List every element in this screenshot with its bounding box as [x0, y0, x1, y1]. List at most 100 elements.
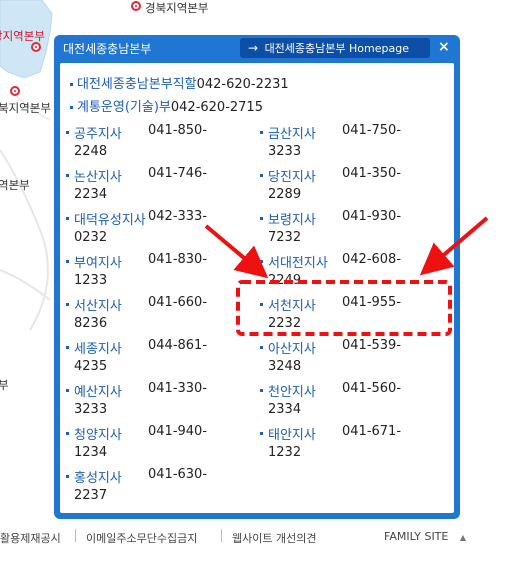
branch-phone-prefix: 041-750- [342, 123, 402, 138]
branch-phone-prefix: 041-850- [148, 123, 208, 138]
family-site-dropdown[interactable]: FAMILY SITE ▲ [384, 530, 466, 543]
office-phone: 042-620-2715 [170, 100, 263, 115]
branch-list-item[interactable]: 아산지사 041-539- 3248 [254, 338, 444, 378]
branch-phone-suffix: 1232 [268, 445, 302, 460]
branch-phone-prefix: 041-539- [342, 338, 402, 353]
bullet-icon [260, 389, 263, 392]
footer-link-disclosure[interactable]: 활용제재공시 [0, 530, 61, 546]
branch-phone-prefix: 042-333- [148, 209, 208, 224]
footer-divider [75, 529, 76, 542]
branch-list-item[interactable]: 청양지사 041-940- 1234 [60, 424, 250, 464]
map-label-region-3[interactable]: 역본부 [0, 177, 30, 193]
bullet-icon [260, 303, 263, 306]
branch-list-item[interactable]: 공주지사 041-850- 2248 [60, 123, 250, 163]
branch-list-item[interactable]: 당진지사 041-350- 2289 [254, 166, 444, 206]
branch-phone-suffix: 1233 [74, 273, 108, 288]
branch-phone-suffix: 2232 [268, 316, 302, 331]
office-phone: 042-620-2231 [196, 77, 289, 92]
bullet-icon [70, 83, 73, 86]
branch-list-item[interactable]: 서천지사 041-955- 2232 [254, 295, 444, 335]
branch-list-item[interactable]: 대덕유성지사 042-333- 0232 [60, 209, 250, 249]
branch-name: 천안지사 [268, 385, 316, 400]
office-name: 대전세종충남본부직할 [77, 77, 197, 92]
branch-name: 서대전지사 [268, 256, 328, 271]
branch-list-item[interactable]: 세종지사 044-861- 4235 [60, 338, 250, 378]
branch-name: 아산지사 [268, 342, 316, 357]
branch-name: 세종지사 [74, 342, 122, 357]
bullet-icon [66, 174, 69, 177]
branch-list-item[interactable]: 부여지사 041-830- 1233 [60, 252, 250, 292]
homepage-button-label: 대전세종충남본부 Homepage [264, 42, 409, 55]
branch-phone-suffix: 2234 [74, 187, 108, 202]
branch-phone-suffix: 2237 [74, 488, 108, 503]
close-icon[interactable]: × [438, 40, 450, 54]
branch-phone-suffix: 2289 [268, 187, 302, 202]
branch-list-item[interactable]: 서대전지사 042-608- 2249 [254, 252, 444, 292]
branch-list-item[interactable]: 서산지사 041-660- 8236 [60, 295, 250, 335]
branch-phone-suffix: 2334 [268, 402, 302, 417]
chevron-up-icon: ▲ [459, 533, 467, 542]
office-name: 계통운영(기술)부 [77, 100, 171, 115]
branch-phone-prefix: 041-940- [148, 424, 208, 439]
bullet-icon [66, 475, 69, 478]
branch-phone-prefix: 044-861- [148, 338, 208, 353]
gyeongbuk-marker-icon[interactable] [131, 1, 141, 11]
branch-phone-prefix: 041-955- [342, 295, 402, 310]
region-marker-icon[interactable] [10, 86, 20, 96]
branch-name: 금산지사 [268, 127, 316, 142]
branch-list-item[interactable]: 논산지사 041-746- 2234 [60, 166, 250, 206]
branch-list-item[interactable]: 태안지사 041-671- 1232 [254, 424, 444, 464]
branch-name: 태안지사 [268, 428, 316, 443]
popup-header: 대전세종충남본부 → 대전세종충남본부 Homepage × [54, 35, 460, 61]
branch-phone-prefix: 041-746- [148, 166, 208, 181]
branch-name: 서천지사 [268, 299, 316, 314]
list-item-ops[interactable]: 계통운영(기술)부042-620-2715 [70, 96, 263, 115]
branch-phone-suffix: 3233 [268, 144, 302, 159]
branch-phone-prefix: 041-660- [148, 295, 208, 310]
branch-phone-prefix: 041-560- [342, 381, 402, 396]
bullet-icon [260, 217, 263, 220]
footer-divider [221, 529, 222, 542]
branch-phone-suffix: 3233 [74, 402, 108, 417]
branch-list-item[interactable]: 보령지사 041-930- 7232 [254, 209, 444, 249]
branch-list-item[interactable]: 홍성지사 041-630- 2237 [60, 467, 250, 507]
map-label-gyeongbuk[interactable]: 경북지역본부 [145, 0, 208, 16]
branch-phone-suffix: 2249 [268, 273, 302, 288]
map-label-region-4[interactable]: 부 [0, 377, 9, 393]
branch-name: 서산지사 [74, 299, 122, 314]
branch-name: 홍성지사 [74, 471, 122, 486]
branch-phone-suffix: 1234 [74, 445, 108, 460]
bullet-icon [260, 346, 263, 349]
branch-phone-suffix: 0232 [74, 230, 108, 245]
footer-link-feedback[interactable]: 웹사이트 개선의견 [232, 530, 316, 546]
branch-phone-prefix: 041-330- [148, 381, 208, 396]
homepage-button[interactable]: → 대전세종충남본부 Homepage [240, 38, 430, 58]
bullet-icon [66, 432, 69, 435]
branch-phone-prefix: 041-630- [148, 467, 208, 482]
map-label-region-2[interactable]: 북지역본부 [0, 100, 51, 116]
bullet-icon [260, 131, 263, 134]
bullet-icon [66, 131, 69, 134]
branch-phone-prefix: 042-608- [342, 252, 402, 267]
selected-region-marker-icon[interactable] [31, 42, 41, 52]
branch-list-item[interactable]: 예산지사 041-330- 3233 [60, 381, 250, 421]
branch-info-popup: 대전세종충남본부 → 대전세종충남본부 Homepage × 대전세종충남본부직… [54, 35, 460, 519]
list-item-hq[interactable]: 대전세종충남본부직할042-620-2231 [70, 73, 289, 92]
branch-name: 부여지사 [74, 256, 122, 271]
arrow-right-icon: → [248, 41, 259, 55]
bullet-icon [66, 389, 69, 392]
branch-phone-suffix: 8236 [74, 316, 108, 331]
popup-title: 대전세종충남본부 [63, 42, 152, 56]
bullet-icon [260, 260, 263, 263]
branch-name: 대덕유성지사 [74, 213, 146, 228]
footer-link-email-policy[interactable]: 이메일주소무단수집금지 [86, 530, 197, 546]
bullet-icon [66, 217, 69, 220]
branch-name: 청양지사 [74, 428, 122, 443]
branch-phone-prefix: 041-830- [148, 252, 208, 267]
branch-phone-suffix: 4235 [74, 359, 108, 374]
branch-name: 보령지사 [268, 213, 316, 228]
family-site-label: FAMILY SITE [384, 530, 449, 543]
branch-phone-prefix: 041-671- [342, 424, 402, 439]
branch-list-item[interactable]: 금산지사 041-750- 3233 [254, 123, 444, 163]
branch-list-item[interactable]: 천안지사 041-560- 2334 [254, 381, 444, 421]
